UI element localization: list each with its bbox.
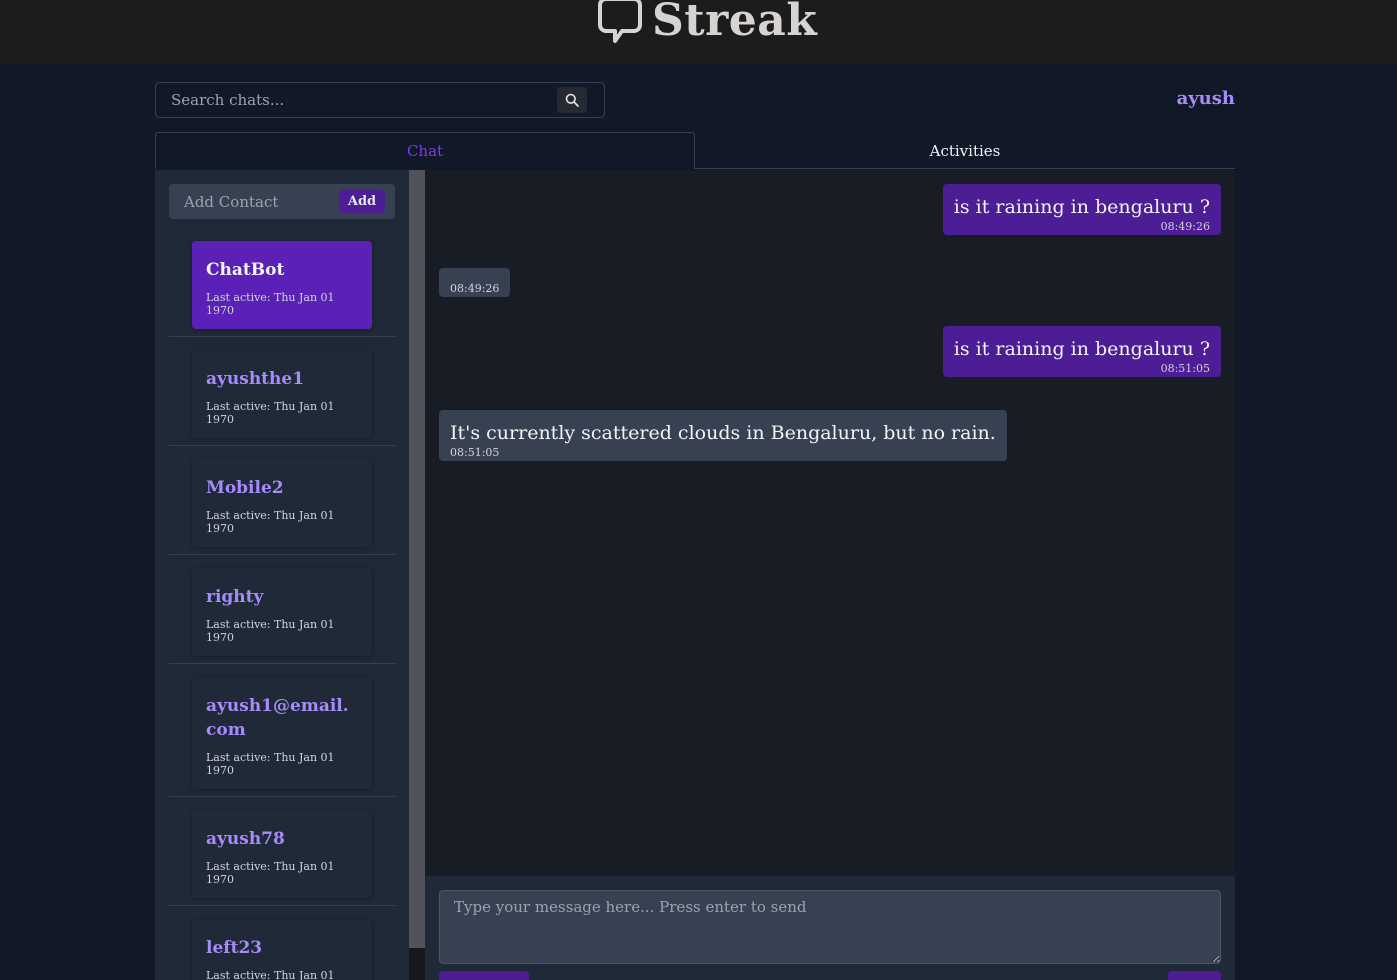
tab-divider (695, 168, 1235, 169)
contact-ayush1-email[interactable]: ayush1@email.com Last active: Thu Jan 01… (192, 677, 372, 789)
search-bar (155, 82, 605, 118)
search-button[interactable] (557, 87, 587, 113)
chat-bubble-icon (598, 0, 642, 43)
list-item: left23 Last active: Thu Jan 01 1970 (169, 919, 395, 980)
contact-mobile2[interactable]: Mobile2 Last active: Thu Jan 01 1970 (192, 459, 372, 547)
list-item: ayushthe1 Last active: Thu Jan 01 1970 (169, 350, 395, 446)
sidebar-scrollbar[interactable] (409, 170, 425, 980)
message-sent: is it raining in bengaluru ? 08:49:26 (942, 184, 1221, 235)
brand[interactable]: Streak (598, 0, 817, 46)
contact-chatbot[interactable]: ChatBot Last active: Thu Jan 01 1970 (192, 241, 372, 329)
contact-name: left23 (206, 938, 263, 958)
contact-list: ChatBot Last active: Thu Jan 01 1970 ayu… (169, 241, 395, 980)
contact-last-active: Last active: Thu Jan 01 1970 (206, 860, 335, 886)
contact-last-active: Last active: Thu Jan 01 1970 (206, 291, 335, 317)
message-time: 08:49:26 (450, 282, 500, 295)
message-composer (425, 876, 1235, 980)
top-bar: Streak (0, 0, 1397, 64)
list-item: Mobile2 Last active: Thu Jan 01 1970 (169, 459, 395, 555)
message-time: 08:49:26 (1160, 220, 1210, 233)
contact-name: ayush1@email.com (206, 696, 349, 740)
current-username[interactable]: ayush (1177, 88, 1235, 109)
message-received: It's currently scattered clouds in Benga… (439, 410, 1007, 461)
contact-name: ChatBot (206, 260, 285, 280)
contact-ayushthe1[interactable]: ayushthe1 Last active: Thu Jan 01 1970 (192, 350, 372, 438)
add-contact-input[interactable] (169, 192, 339, 211)
contact-ayush78[interactable]: ayush78 Last active: Thu Jan 01 1970 (192, 810, 372, 898)
message-time: 08:51:05 (1160, 362, 1210, 375)
list-item: ayush1@email.com Last active: Thu Jan 01… (169, 677, 395, 797)
message-text: is it raining in bengaluru ? (953, 196, 1210, 218)
contact-left23[interactable]: left23 Last active: Thu Jan 01 1970 (192, 919, 372, 980)
message-input[interactable] (439, 890, 1221, 964)
message-received: 08:49:26 (439, 268, 511, 297)
tab-activities[interactable]: Activities (695, 132, 1235, 169)
composer-left-button[interactable] (439, 971, 529, 980)
brand-name: Streak (652, 0, 818, 46)
contact-name: ayushthe1 (206, 369, 305, 389)
list-item: ayush78 Last active: Thu Jan 01 1970 (169, 810, 395, 906)
scrollbar-thumb[interactable] (409, 170, 425, 948)
message-text: It's currently scattered clouds in Benga… (450, 422, 996, 444)
list-item: righty Last active: Thu Jan 01 1970 (169, 568, 395, 664)
contact-last-active: Last active: Thu Jan 01 1970 (206, 618, 335, 644)
search-input[interactable] (156, 83, 557, 117)
message-pane: is it raining in bengaluru ? 08:49:26 08… (425, 170, 1235, 876)
message-text: is it raining in bengaluru ? (953, 338, 1210, 360)
list-item: ChatBot Last active: Thu Jan 01 1970 (169, 241, 395, 337)
message-sent: is it raining in bengaluru ? 08:51:05 (942, 326, 1221, 377)
add-contact-button[interactable]: Add (339, 190, 385, 213)
message-time: 08:51:05 (450, 446, 500, 459)
contact-name: righty (206, 587, 264, 607)
contact-last-active: Last active: Thu Jan 01 1970 (206, 400, 335, 426)
tab-chat[interactable]: Chat (155, 132, 695, 169)
search-icon (565, 93, 579, 107)
contact-last-active: Last active: Thu Jan 01 1970 (206, 969, 335, 980)
contact-last-active: Last active: Thu Jan 01 1970 (206, 751, 335, 777)
contact-righty[interactable]: righty Last active: Thu Jan 01 1970 (192, 568, 372, 656)
send-button[interactable] (1168, 971, 1221, 980)
contact-name: Mobile2 (206, 478, 284, 498)
contact-name: ayush78 (206, 829, 285, 849)
contact-last-active: Last active: Thu Jan 01 1970 (206, 509, 335, 535)
contact-sidebar: Add ChatBot Last active: Thu Jan 01 1970… (155, 170, 425, 980)
add-contact-form: Add (169, 184, 395, 219)
